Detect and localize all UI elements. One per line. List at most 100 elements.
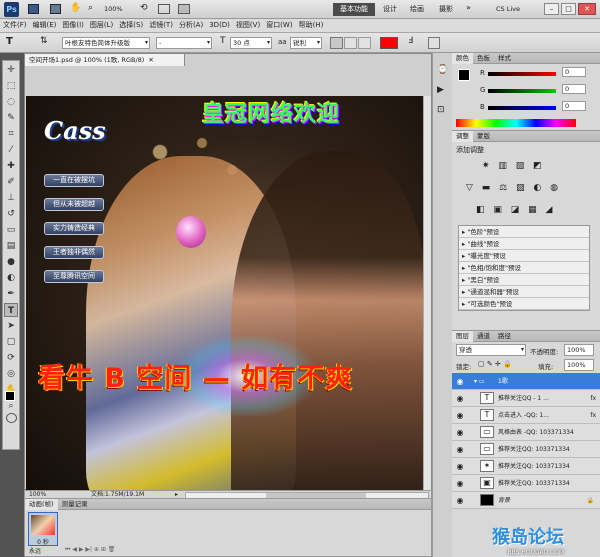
tab-swatches[interactable]: 色板 <box>473 53 494 64</box>
crop-tool-icon[interactable]: ⌗ <box>4 127 18 141</box>
history-brush-icon[interactable]: ↺ <box>4 207 18 221</box>
visibility-eye-icon[interactable]: ◉ <box>454 475 466 492</box>
frame-delay[interactable]: 0 秒 <box>29 537 57 546</box>
warp-text-icon[interactable]: Ⅎ <box>408 36 413 46</box>
loop-select[interactable]: 永远 <box>29 546 41 555</box>
type-tool-preset-icon[interactable]: T <box>6 36 13 47</box>
tab-styles[interactable]: 样式 <box>494 53 515 64</box>
fx-badge[interactable]: fx <box>590 390 596 407</box>
dodge-tool-icon[interactable]: ◐ <box>4 271 18 285</box>
vertical-scrollbar[interactable] <box>423 96 431 506</box>
layer-row[interactable]: ◉ ▭ 风格由表 -QQ: 103371334 <box>452 424 600 441</box>
rotate-view-icon[interactable]: ⟲ <box>140 3 148 13</box>
layer-row[interactable]: ◉ ▾ ▭ 1歌 <box>452 373 600 390</box>
menu-image[interactable]: 图像(I) <box>59 19 87 32</box>
blend-mode-select[interactable]: 穿透 ▾ <box>456 344 526 356</box>
character-panel-icon[interactable] <box>428 37 440 49</box>
clone-stamp-icon[interactable]: ⊥ <box>4 191 18 205</box>
workspace-design[interactable]: 设计 <box>383 3 397 16</box>
preset-hue-saturation[interactable]: ▸ "色相/饱和度"预设 <box>459 262 589 274</box>
workspace-more-icon[interactable]: » <box>466 3 471 12</box>
playback-controls[interactable]: ⏮ ◀ ▶ ▶| ⊕ ⊞ 🗑 <box>65 546 115 554</box>
adjustment-icons-row-2[interactable]: ▽ ▬ ⚖ ▨ ◐ ◍ <box>466 183 561 193</box>
bridge-icon[interactable] <box>28 4 39 14</box>
preset-levels[interactable]: ▸ "色阶"预设 <box>459 226 589 238</box>
shape-tool-icon[interactable]: ▢ <box>4 335 18 349</box>
quick-mask-icon[interactable] <box>6 413 17 423</box>
preset-channel-mixer[interactable]: ▸ "通道混和器"预设 <box>459 286 589 298</box>
visibility-eye-icon[interactable]: ◉ <box>454 458 466 475</box>
tab-paths[interactable]: 路径 <box>494 331 515 342</box>
fx-badge[interactable]: fx <box>590 407 596 424</box>
layer-row[interactable]: ◉ ✶ 推荐关注QQ: 103371334 <box>452 458 600 475</box>
tab-layers[interactable]: 图层 <box>452 331 473 342</box>
adjustment-icons-row-3[interactable]: ◧ ▣ ◪ ▦ ◢ <box>476 205 555 215</box>
document-tab[interactable]: 空间开场1.psd @ 100% (1歌, RGB/8) ✕ <box>25 54 185 66</box>
eraser-tool-icon[interactable]: ▭ <box>4 223 18 237</box>
maximize-button[interactable]: □ <box>561 3 576 15</box>
tab-measurement-log[interactable]: 测量记录 <box>58 499 92 510</box>
zoom-tool-icon[interactable]: ⌕ <box>88 3 93 13</box>
align-right-icon[interactable] <box>358 37 371 49</box>
healing-brush-icon[interactable]: ✚ <box>4 159 18 173</box>
visibility-eye-icon[interactable]: ◉ <box>454 441 466 458</box>
layer-row[interactable]: ◉ T 推荐关注QQ - 1 ... fx <box>452 390 600 407</box>
b-slider[interactable] <box>488 106 556 110</box>
animation-frame-1[interactable]: 0 秒 <box>28 512 58 546</box>
hand-icon[interactable]: ✋ <box>70 3 81 13</box>
color-spectrum-bar[interactable] <box>456 119 576 127</box>
arrange-docs-icon[interactable] <box>158 4 170 14</box>
close-tab-icon[interactable]: ✕ <box>148 56 153 64</box>
layer-row[interactable]: ◉ T 点击进入 -QQ: 1... fx <box>452 407 600 424</box>
type-tool-icon[interactable]: T <box>4 303 18 317</box>
visibility-eye-icon[interactable]: ◉ <box>454 373 466 390</box>
tab-adjustments[interactable]: 调整 <box>452 131 473 142</box>
pen-tool-icon[interactable]: ✒ <box>4 287 18 301</box>
visibility-eye-icon[interactable]: ◉ <box>454 492 466 509</box>
visibility-eye-icon[interactable]: ◉ <box>454 424 466 441</box>
text-color-swatch[interactable] <box>380 37 398 49</box>
menu-view[interactable]: 视图(V) <box>233 19 263 32</box>
tab-masks[interactable]: 蒙版 <box>473 131 494 142</box>
menu-window[interactable]: 窗口(W) <box>263 19 295 32</box>
brush-tool-icon[interactable]: ✐ <box>4 175 18 189</box>
orientation-toggle-icon[interactable]: ⇅ <box>40 36 48 46</box>
font-size-select[interactable]: 30 点 ▾ <box>230 37 272 49</box>
fill-input[interactable]: 100% <box>564 359 594 371</box>
menu-3d[interactable]: 3D(D) <box>206 19 233 32</box>
workspace-essentials[interactable]: 基本功能 <box>333 3 375 16</box>
actions-panel-icon[interactable]: ▶ <box>437 85 444 95</box>
close-button[interactable]: ✕ <box>578 3 596 15</box>
preset-selective-color[interactable]: ▸ "可选颜色"预设 <box>459 298 589 310</box>
tab-color[interactable]: 颜色 <box>452 53 473 64</box>
layer-row[interactable]: ◉ ▭ 推荐关注QQ: 103371334 <box>452 441 600 458</box>
move-tool-icon[interactable]: ✛ <box>4 63 18 77</box>
r-slider[interactable] <box>488 72 556 76</box>
path-select-icon[interactable]: ➤ <box>4 319 18 333</box>
preset-curves[interactable]: ▸ "曲线"预设 <box>459 238 589 250</box>
tab-animation[interactable]: 动画(帧) <box>25 499 58 510</box>
font-family-select[interactable]: 叶根友特色简体升级版 ▾ <box>62 37 150 49</box>
menu-file[interactable]: 文件(F) <box>0 19 30 32</box>
lock-icons[interactable]: ▢ ✎ ✛ 🔒 <box>478 360 512 368</box>
g-value[interactable]: 0 <box>562 84 586 94</box>
minimize-button[interactable]: – <box>544 3 559 15</box>
align-center-icon[interactable] <box>344 37 357 49</box>
menu-edit[interactable]: 编辑(E) <box>30 19 60 32</box>
3d-orbit-icon[interactable]: ◎ <box>4 367 18 381</box>
workspace-painting[interactable]: 绘画 <box>410 3 424 16</box>
blur-tool-icon[interactable]: ● <box>4 255 18 269</box>
r-value[interactable]: 0 <box>562 67 586 77</box>
zoom-tool-icon[interactable]: ⌕ <box>4 399 18 413</box>
quick-select-icon[interactable]: ✎ <box>4 111 18 125</box>
screen-mode-icon[interactable] <box>178 4 190 14</box>
navigator-panel-icon[interactable]: ⊡ <box>437 105 445 115</box>
marquee-tool-icon[interactable]: ⬚ <box>4 79 18 93</box>
visibility-eye-icon[interactable]: ◉ <box>454 390 466 407</box>
layer-row[interactable]: ◉ ▣ 推荐关注QQ: 103371334 <box>452 475 600 492</box>
3d-rotate-icon[interactable]: ⟳ <box>4 351 18 365</box>
align-left-icon[interactable] <box>330 37 343 49</box>
adjustment-icons-row-1[interactable]: ✷ ▥ ▧ ◩ <box>482 161 545 171</box>
preset-black-white[interactable]: ▸ "黑白"预设 <box>459 274 589 286</box>
minibridge-icon[interactable] <box>50 4 61 14</box>
